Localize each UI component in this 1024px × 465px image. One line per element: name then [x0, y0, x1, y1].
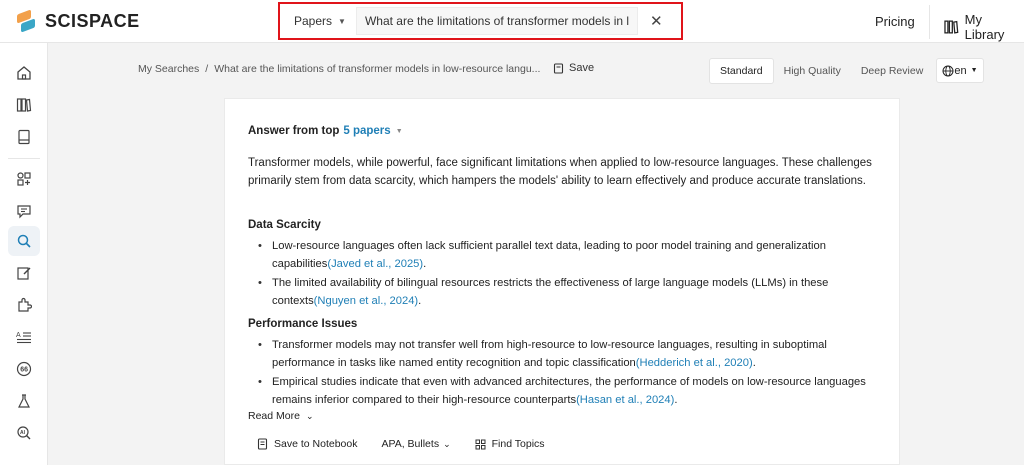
citation-style-dropdown[interactable]: APA, Bullets ⌄	[381, 438, 450, 450]
paraphrase-icon[interactable]: A	[14, 327, 34, 347]
sidebar-divider	[8, 158, 40, 159]
list-item: The limited availability of bilingual re…	[258, 274, 888, 310]
sidebar: A 66 AI	[0, 43, 48, 465]
list-item: Transformer models may not transfer well…	[258, 336, 888, 372]
chat-icon[interactable]	[14, 201, 34, 221]
top-bar: SCISPACE Papers ▼ ✕ Pricing My Library	[0, 0, 1024, 43]
globe-icon	[942, 65, 954, 76]
caret-down-icon[interactable]: ▼	[396, 128, 403, 135]
lab-icon[interactable]	[14, 391, 34, 411]
save-to-notebook-button[interactable]: Save to Notebook	[257, 438, 357, 450]
home-icon[interactable]	[14, 63, 34, 83]
list-item: Low-resource languages often lack suffic…	[258, 237, 888, 273]
find-topics-button[interactable]: Find Topics	[475, 438, 545, 450]
header-divider	[929, 5, 930, 39]
my-library-button[interactable]: My Library	[944, 12, 1024, 42]
notebook-icon[interactable]	[14, 127, 34, 147]
answer-intro: Transformer models, while powerful, face…	[248, 157, 872, 187]
section-title: Data Scarcity	[248, 219, 321, 231]
extension-icon[interactable]	[14, 295, 34, 315]
svg-text:AI: AI	[20, 430, 26, 436]
pricing-link[interactable]: Pricing	[875, 14, 915, 29]
notebook-icon	[257, 438, 268, 450]
brand-name: SCISPACE	[45, 11, 140, 31]
search-scope-label: Papers	[294, 14, 333, 28]
answer-mode-switch: Standard High Quality Deep Review	[709, 57, 934, 84]
citation-link[interactable]: (Hasan et al., 2024)	[576, 394, 674, 406]
topics-icon	[475, 439, 486, 449]
my-library-label: My Library	[964, 12, 1005, 42]
close-icon[interactable]: ✕	[650, 12, 663, 30]
breadcrumb-current: What are the limitations of transformer …	[214, 63, 541, 75]
mode-high-quality[interactable]: High Quality	[774, 59, 851, 83]
answer-heading: Answer from top 5 papers ▼	[248, 125, 403, 137]
breadcrumb-root[interactable]: My Searches	[138, 63, 199, 75]
save-to-notebook-label: Save to Notebook	[274, 438, 358, 450]
answer-card: Answer from top 5 papers ▼ Transformer m…	[224, 98, 900, 465]
scispace-logo-icon	[17, 8, 37, 33]
bullet-list: Transformer models may not transfer well…	[258, 336, 888, 410]
mode-standard[interactable]: Standard	[709, 57, 774, 84]
read-more-label: Read More	[248, 410, 300, 422]
section-title: Performance Issues	[248, 318, 358, 330]
library-icon[interactable]	[14, 95, 34, 115]
citation-link[interactable]: (Hedderich et al., 2020)	[636, 357, 753, 369]
citation-link[interactable]: (Nguyen et al., 2024)	[314, 295, 418, 307]
caret-down-icon: ▼	[338, 16, 346, 26]
citation-style-label: APA, Bullets	[381, 438, 440, 450]
answer-heading-prefix: Answer from top	[248, 125, 340, 137]
citation-link[interactable]: (Javed et al., 2025)	[327, 258, 423, 270]
books-icon	[944, 20, 959, 34]
answer-actions: Save to Notebook APA, Bullets ⌄ Find Top…	[257, 438, 569, 450]
papers-count-link[interactable]: 5 papers	[343, 125, 390, 137]
language-code: en	[954, 64, 967, 77]
search-icon[interactable]	[14, 231, 34, 251]
save-button[interactable]: Save	[553, 62, 594, 74]
list-item: Empirical studies indicate that even wit…	[258, 373, 888, 409]
language-selector[interactable]: en ▼	[936, 58, 984, 83]
svg-text:A: A	[16, 332, 21, 339]
search-input[interactable]	[355, 7, 638, 35]
chevron-down-icon: ⌄	[443, 438, 451, 449]
chevron-down-icon: ⌄	[305, 410, 314, 421]
logo[interactable]: SCISPACE	[17, 8, 140, 33]
caret-down-icon: ▼	[970, 67, 978, 74]
ai-detect-icon[interactable]: AI	[14, 423, 34, 443]
read-more-button[interactable]: Read More ⌄	[248, 410, 314, 422]
search-bar: Papers ▼ ✕	[278, 2, 683, 40]
apps-add-icon[interactable]	[14, 169, 34, 189]
search-scope-dropdown[interactable]: Papers ▼	[280, 4, 356, 38]
breadcrumb-separator: /	[205, 63, 209, 75]
find-topics-label: Find Topics	[491, 438, 545, 450]
mode-deep-review[interactable]: Deep Review	[851, 59, 933, 83]
write-icon[interactable]	[14, 263, 34, 283]
svg-text:66: 66	[20, 367, 28, 374]
citation-icon[interactable]: 66	[14, 359, 34, 379]
bookmark-icon	[553, 62, 564, 74]
bullet-list: Low-resource languages often lack suffic…	[258, 237, 888, 311]
breadcrumb: My Searches / What are the limitations o…	[138, 63, 540, 75]
save-label: Save	[569, 62, 595, 74]
